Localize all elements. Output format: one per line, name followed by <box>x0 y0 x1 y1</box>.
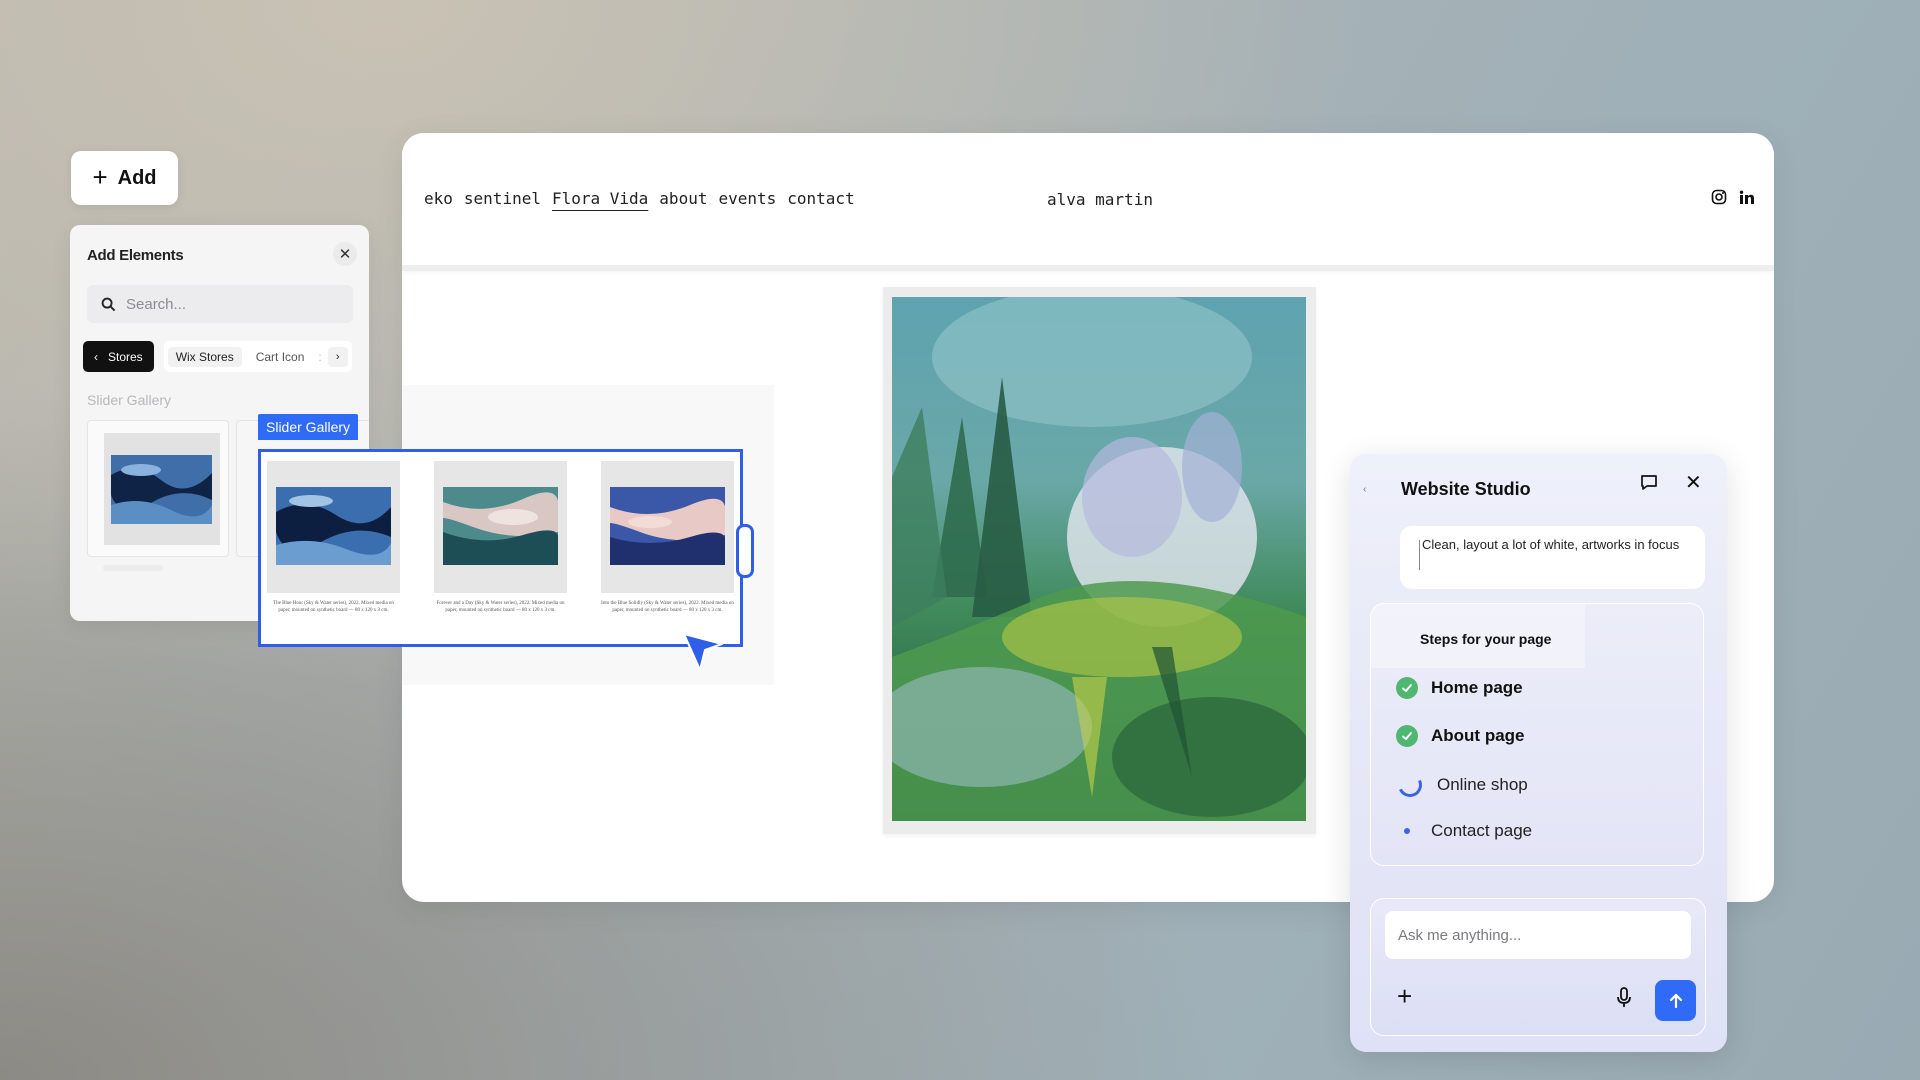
plus-icon: + <box>92 162 108 192</box>
close-icon[interactable]: ✕ <box>333 242 357 266</box>
gallery-caption: The Blue Hour (Sky & Water series), 2022… <box>273 601 394 613</box>
site-brand[interactable]: alva martin <box>1047 190 1153 209</box>
steps-title: Steps for your page <box>1420 631 1552 647</box>
user-prompt: Clean, layout a lot of white, artworks i… <box>1400 526 1705 589</box>
instagram-icon[interactable] <box>1711 189 1727 205</box>
cart-icon-chip[interactable]: Cart Icon <box>248 347 313 367</box>
arrow-up-icon <box>1669 993 1682 1008</box>
search-placeholder: Search... <box>126 295 187 313</box>
chat-input[interactable]: Ask me anything... <box>1385 911 1691 959</box>
slider-gallery-tag: Slider Gallery <box>258 414 359 440</box>
close-icon[interactable]: ✕ <box>1685 470 1702 495</box>
slider-gallery[interactable]: The Blue Hour (Sky & Water series), 2022… <box>258 449 743 647</box>
check-icon <box>1396 725 1418 747</box>
gallery-item[interactable] <box>434 461 567 593</box>
step-contact-page: Contact page <box>1396 821 1532 841</box>
chat-composer: Ask me anything... + <box>1370 898 1706 1036</box>
website-studio-panel: ‹ Website Studio ✕ Clean, layout a lot o… <box>1350 454 1727 1052</box>
more-dots: : <box>318 349 322 364</box>
add-button-label: Add <box>117 166 157 189</box>
linkedin-icon[interactable] <box>1739 190 1754 205</box>
step-label: Online shop <box>1437 775 1528 794</box>
studio-title: Website Studio <box>1401 479 1531 499</box>
steps-card: Steps for your page Home page About page… <box>1370 603 1704 866</box>
site-header: eko sentinel Flora Vida about events con… <box>402 133 1774 271</box>
step-label: Home page <box>1431 678 1523 697</box>
plus-icon[interactable]: + <box>1397 983 1412 1009</box>
wix-stores-chip[interactable]: Wix Stores <box>167 346 242 367</box>
placeholder-line <box>103 565 163 571</box>
artwork-forever-and-a-day <box>443 487 558 565</box>
panel-title: Add Elements <box>87 247 184 264</box>
nav-item-flora-vida[interactable]: Flora Vida <box>552 189 648 208</box>
nav-item-contact[interactable]: contact <box>787 189 854 208</box>
step-online-shop: Online shop <box>1394 769 1528 801</box>
gallery-caption: Into the Blue Solidly (Sky & Water serie… <box>601 601 734 613</box>
loading-spinner-icon <box>1394 769 1426 801</box>
nav-item-about[interactable]: about <box>659 189 707 208</box>
chat-icon[interactable] <box>1640 474 1658 492</box>
step-label: Contact page <box>1431 821 1533 840</box>
resize-handle[interactable] <box>736 524 754 578</box>
microphone-icon[interactable] <box>1615 987 1633 1009</box>
cursor-arrow-icon <box>683 633 723 671</box>
step-home-page: Home page <box>1396 677 1523 699</box>
artwork-image <box>892 297 1306 821</box>
step-about-page: About page <box>1396 725 1525 747</box>
add-button[interactable]: + Add <box>71 151 178 205</box>
gallery-item[interactable] <box>601 461 734 593</box>
nav-item-sentinel[interactable]: sentinel <box>464 189 541 208</box>
artwork-thumbnail <box>111 455 212 524</box>
collapse-icon[interactable]: ‹ <box>1363 484 1366 495</box>
send-button[interactable] <box>1655 980 1696 1021</box>
nav-item-eko[interactable]: eko <box>424 189 453 208</box>
artwork-into-the-blue <box>610 487 725 565</box>
stores-chip-label: Stores <box>108 349 143 364</box>
nav-item-events[interactable]: events <box>718 189 776 208</box>
gallery-caption: Forever and a Day (Sky & Water series), … <box>436 601 565 613</box>
pending-dot-icon <box>1404 828 1410 834</box>
chevron-left-icon: ‹ <box>94 349 98 364</box>
search-icon <box>101 297 116 311</box>
gallery-item[interactable] <box>267 461 400 593</box>
check-icon <box>1396 677 1418 699</box>
search-input[interactable]: Search... <box>87 285 353 323</box>
featured-artwork[interactable] <box>883 287 1316 834</box>
artwork-the-blue-hour <box>276 487 391 565</box>
site-nav: eko sentinel Flora Vida about events con… <box>424 189 855 208</box>
chat-input-placeholder: Ask me anything... <box>1398 926 1522 944</box>
step-label: About page <box>1431 726 1525 745</box>
section-label: Slider Gallery <box>87 392 172 408</box>
back-stores-chip[interactable]: ‹ Stores <box>83 341 154 372</box>
slider-gallery-preset[interactable] <box>87 420 229 557</box>
chevron-right-icon[interactable]: › <box>327 346 348 367</box>
